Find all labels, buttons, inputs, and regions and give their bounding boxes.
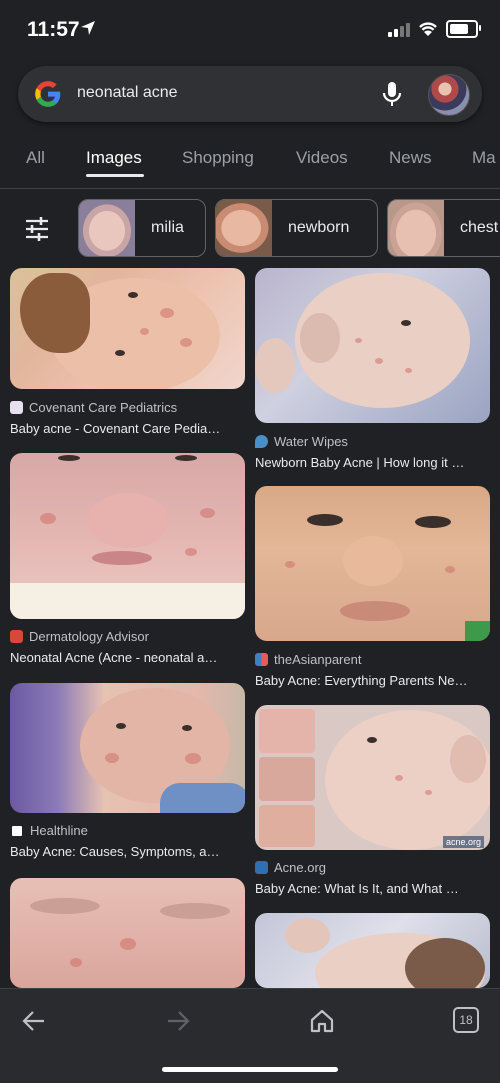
result-card[interactable]: Covenant Care Pediatrics Baby acne - Cov… <box>10 268 245 440</box>
result-image[interactable] <box>255 486 490 641</box>
result-image[interactable] <box>255 913 490 988</box>
chip-label: chest <box>460 219 499 236</box>
result-card[interactable]: Healthline Baby Acne: Causes, Symptoms, … <box>10 683 245 863</box>
search-bar[interactable]: neonatal acne <box>18 66 482 122</box>
tab-images[interactable]: Images <box>86 148 142 168</box>
result-title[interactable]: Newborn Baby Acne | How long it … <box>255 455 490 470</box>
tab-shopping[interactable]: Shopping <box>182 148 254 168</box>
favicon-icon <box>255 435 268 448</box>
battery-icon <box>446 20 481 38</box>
source-name: Healthline <box>30 823 88 838</box>
google-g-icon <box>35 81 61 107</box>
favicon-icon <box>10 630 23 643</box>
favicon-icon <box>255 653 268 666</box>
chip-thumbnail <box>79 200 135 256</box>
result-image[interactable] <box>10 878 245 988</box>
result-card[interactable]: acne.org Acne.org Baby Acne: What Is It,… <box>255 705 490 900</box>
source-name: theAsianparent <box>274 652 362 667</box>
refinement-chips: milia newborn chest <box>0 198 500 260</box>
result-image[interactable] <box>255 268 490 423</box>
chip-thumbnail <box>216 200 272 256</box>
search-query[interactable]: neonatal acne <box>77 84 178 102</box>
source-name: Dermatology Advisor <box>29 629 149 644</box>
home-icon[interactable] <box>308 1007 336 1035</box>
source-name: Acne.org <box>274 860 327 875</box>
source-name: Covenant Care Pediatrics <box>29 400 178 415</box>
result-card[interactable]: Water Wipes Newborn Baby Acne | How long… <box>255 268 490 473</box>
tab-switcher-button[interactable]: 18 <box>453 1007 479 1033</box>
status-icons <box>388 20 481 38</box>
result-card[interactable]: Dermatology Advisor Neonatal Acne (Acne … <box>10 453 245 673</box>
location-arrow-icon <box>81 21 95 35</box>
divider <box>0 188 500 189</box>
result-title[interactable]: Baby Acne: What Is It, and What … <box>255 881 490 896</box>
chip-label: milia <box>151 219 184 236</box>
favicon-icon <box>10 401 23 414</box>
chip-label: newborn <box>288 219 350 236</box>
result-source[interactable]: Water Wipes <box>255 434 348 449</box>
result-source[interactable]: Covenant Care Pediatrics <box>10 400 177 415</box>
result-image[interactable]: acne.org <box>255 705 490 850</box>
result-card[interactable]: theAsianparent Baby Acne: Everything Par… <box>255 486 490 691</box>
search-tabs: All Images Shopping Videos News Ma <box>0 130 500 188</box>
chip-thumbnail <box>388 200 444 256</box>
source-name: Water Wipes <box>274 434 348 449</box>
status-time: 11:57 <box>27 18 80 41</box>
filter-sliders-icon[interactable] <box>24 216 50 242</box>
forward-arrow-icon[interactable] <box>164 1007 192 1035</box>
result-source[interactable]: theAsianparent <box>255 652 361 667</box>
back-arrow-icon[interactable] <box>20 1007 48 1035</box>
account-avatar[interactable] <box>428 74 470 116</box>
favicon-icon <box>255 861 268 874</box>
result-title[interactable]: Neonatal Acne (Acne - neonatal a… <box>10 650 245 665</box>
result-image[interactable] <box>10 268 245 389</box>
tab-news[interactable]: News <box>389 148 432 168</box>
result-title[interactable]: Baby acne - Covenant Care Pedia… <box>10 421 245 436</box>
result-image[interactable] <box>10 683 245 813</box>
result-source[interactable]: Dermatology Advisor <box>10 629 149 644</box>
result-source[interactable]: Healthline <box>10 823 88 838</box>
result-card[interactable] <box>255 913 490 988</box>
chip-chest[interactable]: chest <box>387 199 500 257</box>
result-title[interactable]: Baby Acne: Everything Parents Ne… <box>255 673 490 688</box>
wifi-icon <box>419 22 437 36</box>
browser-toolbar: 18 <box>0 988 500 1083</box>
status-bar: 11:57 <box>0 0 500 60</box>
active-tab-indicator <box>86 174 144 177</box>
favicon-icon <box>10 823 24 838</box>
result-source[interactable]: Acne.org <box>255 860 326 875</box>
chip-milia[interactable]: milia <box>78 199 206 257</box>
image-watermark: acne.org <box>442 836 484 848</box>
signal-icon <box>388 21 410 37</box>
chip-newborn[interactable]: newborn <box>215 199 378 257</box>
home-indicator <box>162 1067 338 1072</box>
result-card[interactable] <box>10 878 245 988</box>
result-image[interactable] <box>10 453 245 619</box>
tab-all[interactable]: All <box>26 148 45 168</box>
result-title[interactable]: Baby Acne: Causes, Symptoms, a… <box>10 844 245 859</box>
tab-videos[interactable]: Videos <box>296 148 348 168</box>
mic-icon[interactable] <box>380 80 404 108</box>
tab-maps[interactable]: Ma <box>472 148 496 168</box>
